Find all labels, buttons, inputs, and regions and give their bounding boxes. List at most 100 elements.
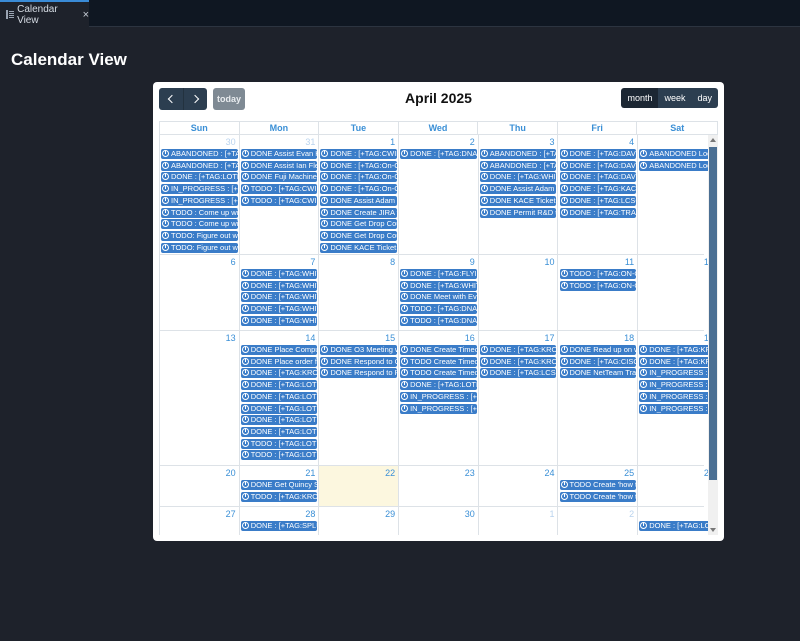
calendar-event[interactable]: TODO : [+TAG:CWID — [240, 195, 318, 206]
calendar-event[interactable]: TODO : [+TAG:DNAC — [400, 304, 477, 315]
day-number[interactable]: 8 — [390, 257, 395, 267]
day-number[interactable]: 1 — [549, 509, 554, 519]
scroll-up-icon[interactable] — [708, 135, 718, 145]
calendar-event[interactable]: DONE KACE Ticket: — [320, 242, 398, 253]
day-number[interactable]: 3 — [549, 137, 554, 147]
view-week-button[interactable]: week — [658, 88, 692, 108]
day-number[interactable]: 15 — [385, 333, 395, 343]
day-cell[interactable]: 29 — [319, 507, 400, 535]
day-cell[interactable]: 24 — [479, 466, 559, 506]
calendar-event[interactable]: ABANDONED Loo — [639, 160, 716, 171]
day-cell[interactable]: 23 — [399, 466, 479, 506]
vertical-scrollbar[interactable] — [708, 135, 718, 535]
day-cell[interactable]: 17 DONE : [+TAG:KRON DONE : [+TAG:KRON DONE… — [479, 331, 559, 465]
calendar-event[interactable]: ABANDONED Loo — [639, 149, 716, 159]
scroll-down-icon[interactable] — [708, 525, 718, 535]
calendar-event[interactable]: DONE : [+TAG:On-C — [320, 184, 398, 195]
day-cell[interactable]: 16 DONE Create Timecl TODO Create Timecl TO… — [399, 331, 479, 465]
calendar-event[interactable]: DONE : [+TAG:LOTF — [240, 415, 318, 426]
calendar-event[interactable]: DONE Assist Adam S — [479, 184, 557, 195]
calendar-event[interactable]: DONE : [+TAG:FLYIN — [400, 269, 477, 279]
calendar-event[interactable]: ABANDONED : [+TAG: — [161, 160, 238, 171]
day-number[interactable]: 9 — [470, 257, 475, 267]
calendar-event[interactable]: DONE : [+TAG:LOTF — [240, 403, 318, 414]
day-cell[interactable]: 13 — [160, 331, 240, 465]
calendar-event[interactable]: TODO: Figure out wh — [161, 242, 238, 253]
calendar-event[interactable]: TODO Create Timecl — [400, 368, 477, 379]
day-cell[interactable]: 4 DONE : [+TAG:DAVE DONE : [+TAG:DAVE DONE … — [559, 135, 639, 254]
calendar-event[interactable]: TODO : [+TAG:KRON — [240, 491, 318, 502]
day-cell[interactable]: 8 — [319, 255, 400, 330]
calendar-event[interactable]: DONE Get Drop Cou — [320, 219, 398, 230]
calendar-event[interactable]: TODO : Come up wit — [161, 207, 238, 218]
calendar-event[interactable]: DONE : [+TAG:LOTF — [240, 380, 318, 391]
calendar-event[interactable]: TODO Create 'how t — [559, 491, 637, 502]
calendar-event[interactable]: DONE : [+TAG:LOTF — [240, 391, 318, 402]
day-cell[interactable]: 7 DONE : [+TAG:WHIT DONE : [+TAG:WHIT DONE … — [240, 255, 320, 330]
calendar-event[interactable]: IN_PROGRESS : — [639, 380, 716, 391]
day-number[interactable]: 7 — [310, 257, 315, 267]
calendar-event[interactable]: DONE Permit R&D to — [479, 207, 557, 218]
calendar-event[interactable]: DONE KACE Ticket: — [479, 195, 557, 206]
day-number[interactable]: 1 — [390, 137, 395, 147]
scroll-thumb[interactable] — [709, 147, 717, 480]
calendar-event[interactable]: DONE : [+TAG:LOTF — [400, 380, 477, 391]
calendar-event[interactable]: DONE Place order fo — [240, 356, 318, 367]
next-button[interactable] — [183, 88, 207, 110]
day-cell[interactable]: 25 TODO Create 'how t TODO Create 'how t — [559, 466, 639, 506]
calendar-event[interactable]: TODO : [+TAG:ON-C — [559, 280, 637, 291]
day-cell[interactable]: 20 — [160, 466, 240, 506]
calendar-event[interactable]: DONE : [+TAG:WHIT — [400, 280, 477, 291]
calendar-event[interactable]: DONE : [+TAG:TRAIN — [559, 207, 637, 218]
calendar-event[interactable]: DONE : [+TAG:DAVE — [559, 149, 637, 159]
day-cell[interactable]: 5ABANDONED LooABANDONED Loo — [638, 135, 718, 254]
day-number[interactable]: 22 — [385, 468, 395, 478]
calendar-event[interactable]: IN_PROGRESS : — [639, 368, 716, 379]
day-number[interactable]: 24 — [544, 468, 554, 478]
calendar-event[interactable]: DONE Create Timecl — [400, 345, 477, 355]
day-cell[interactable]: 18 DONE Read up on w DONE : [+TAG:CISC DONE… — [559, 331, 639, 465]
day-number[interactable]: 20 — [226, 468, 236, 478]
day-cell[interactable]: 26 — [638, 466, 718, 506]
calendar-event[interactable]: TODO : [+TAG:CWID — [240, 184, 318, 195]
day-cell[interactable]: 19DONE : [+TAG:KFDONE : [+TAG:KFIN_PROGR… — [638, 331, 718, 465]
day-cell[interactable]: 22 — [319, 466, 400, 506]
calendar-event[interactable]: IN_PROGRESS : [+T — [400, 403, 477, 414]
calendar-event[interactable]: DONE : [+TAG:On-C — [320, 160, 398, 171]
today-button[interactable]: today — [213, 88, 245, 110]
day-cell[interactable]: 2 — [559, 507, 639, 535]
day-cell[interactable]: 31 DONE Assist Evan H DONE Assist Ian Fle D… — [240, 135, 320, 254]
day-number[interactable]: 17 — [544, 333, 554, 343]
day-cell[interactable]: 9 DONE : [+TAG:FLYIN DONE : [+TAG:WHIT DONE… — [399, 255, 479, 330]
day-cell[interactable]: 3DONE : [+TAG:LO — [638, 507, 718, 535]
calendar-event[interactable]: DONE : [+TAG:WHIT — [479, 172, 557, 183]
day-cell[interactable]: 3 ABANDONED : [+TAG ABANDONED : [+TAG DONE … — [479, 135, 559, 254]
day-number[interactable]: 10 — [544, 257, 554, 267]
calendar-event[interactable]: DONE : [+TAG:WHIT — [240, 315, 318, 326]
day-cell[interactable]: 12 — [638, 255, 718, 330]
calendar-event[interactable]: TODO: Figure out wh — [161, 230, 238, 241]
day-number[interactable]: 2 — [470, 137, 475, 147]
day-number[interactable]: 11 — [625, 257, 634, 267]
calendar-event[interactable]: DONE : [+TAG:KRON — [479, 345, 557, 355]
day-number[interactable]: 30 — [226, 137, 236, 147]
calendar-event[interactable]: DONE NetTeam Trai — [559, 368, 637, 379]
calendar-event[interactable]: DONE Read up on w — [559, 345, 637, 355]
calendar-event[interactable]: ABANDONED : [+TAG — [479, 160, 557, 171]
day-number[interactable]: 13 — [226, 333, 236, 343]
view-month-button[interactable]: month — [621, 88, 659, 108]
calendar-event[interactable]: DONE : [+TAG:LO — [639, 521, 716, 531]
calendar-event[interactable]: DONE Create JIRA ta — [320, 207, 398, 218]
calendar-event[interactable]: TODO : Come up wit — [161, 219, 238, 230]
calendar-event[interactable]: DONE Respond to C — [320, 356, 398, 367]
calendar-event[interactable]: DONE Get Drop Cou — [320, 230, 398, 241]
day-cell[interactable]: 27 — [160, 507, 240, 535]
calendar-event[interactable]: DONE : [+TAG:On-C — [320, 172, 398, 183]
calendar-event[interactable]: TODO Create 'how t — [559, 480, 637, 490]
calendar-event[interactable]: DONE : [+TAG:CWID — [320, 149, 398, 159]
close-icon[interactable]: × — [83, 9, 89, 21]
day-number[interactable]: 31 — [305, 137, 315, 147]
calendar-event[interactable]: TODO : [+TAG:LOTF — [240, 450, 318, 461]
calendar-event[interactable]: DONE Assist Adam w — [320, 195, 398, 206]
day-number[interactable]: 14 — [305, 333, 315, 343]
